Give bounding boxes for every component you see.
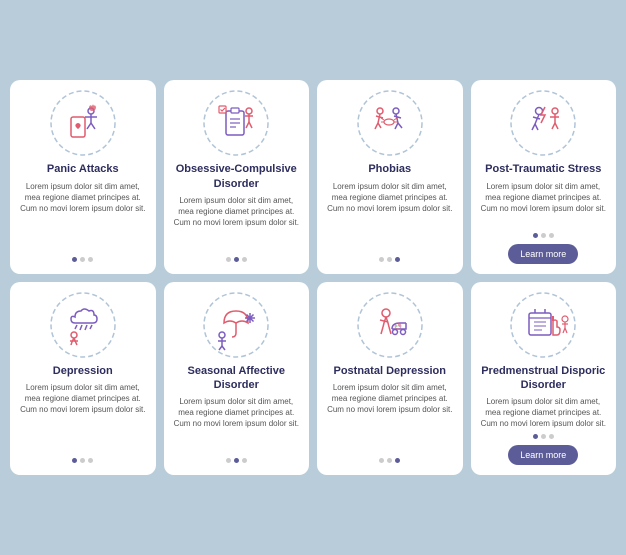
sad-icon bbox=[201, 290, 271, 360]
card-depression: Depression Lorem ipsum dolor sit dim ame… bbox=[10, 282, 156, 475]
cards-grid: Panic Attacks Lorem ipsum dolor sit dim … bbox=[10, 80, 616, 474]
dots-indicator bbox=[379, 458, 400, 463]
dots-indicator bbox=[226, 458, 247, 463]
dots-indicator bbox=[533, 434, 554, 439]
card-body: Lorem ipsum dolor sit dim amet, mea regi… bbox=[18, 181, 148, 215]
dots-indicator bbox=[72, 458, 93, 463]
dot-2 bbox=[387, 458, 392, 463]
learn-more-button-pmdd[interactable]: Learn more bbox=[508, 445, 578, 465]
card-sad: Seasonal Affective Disorder Lorem ipsum … bbox=[164, 282, 310, 475]
card-pts: Post-Traumatic Stress Lorem ipsum dolor … bbox=[471, 80, 617, 273]
ocd-icon bbox=[201, 88, 271, 158]
dot-3 bbox=[88, 458, 93, 463]
card-body: Lorem ipsum dolor sit dim amet, mea regi… bbox=[325, 181, 455, 215]
dot-2 bbox=[234, 257, 239, 262]
dot-3 bbox=[242, 458, 247, 463]
dot-3 bbox=[88, 257, 93, 262]
card-title: Postnatal Depression bbox=[334, 364, 446, 378]
dot-2 bbox=[234, 458, 239, 463]
card-title: Post-Traumatic Stress bbox=[485, 162, 601, 176]
dot-1 bbox=[533, 233, 538, 238]
dot-3 bbox=[395, 458, 400, 463]
card-body: Lorem ipsum dolor sit dim amet, mea regi… bbox=[325, 382, 455, 416]
dot-1 bbox=[379, 458, 384, 463]
dot-2 bbox=[387, 257, 392, 262]
dot-2 bbox=[541, 434, 546, 439]
card-body: Lorem ipsum dolor sit dim amet, mea regi… bbox=[172, 396, 302, 430]
card-title: Predmenstrual Disporic Disorder bbox=[479, 364, 609, 393]
dots-indicator bbox=[379, 257, 400, 262]
card-pmdd: Predmenstrual Disporic Disorder Lorem ip… bbox=[471, 282, 617, 475]
card-panic-attacks: Panic Attacks Lorem ipsum dolor sit dim … bbox=[10, 80, 156, 273]
card-body: Lorem ipsum dolor sit dim amet, mea regi… bbox=[479, 396, 609, 430]
card-ocd: Obsessive-Compulsive Disorder Lorem ipsu… bbox=[164, 80, 310, 273]
dot-2 bbox=[80, 257, 85, 262]
dot-2 bbox=[541, 233, 546, 238]
pmdd-icon bbox=[508, 290, 578, 360]
phobias-icon bbox=[355, 88, 425, 158]
dot-1 bbox=[379, 257, 384, 262]
learn-more-button-pts[interactable]: Learn more bbox=[508, 244, 578, 264]
card-title: Depression bbox=[53, 364, 113, 378]
card-body: Lorem ipsum dolor sit dim amet, mea regi… bbox=[18, 382, 148, 416]
card-postnatal: Postnatal Depression Lorem ipsum dolor s… bbox=[317, 282, 463, 475]
postnatal-icon bbox=[355, 290, 425, 360]
card-title: Seasonal Affective Disorder bbox=[172, 364, 302, 393]
dot-1 bbox=[533, 434, 538, 439]
dot-1 bbox=[226, 257, 231, 262]
panic-attacks-icon bbox=[48, 88, 118, 158]
card-body: Lorem ipsum dolor sit dim amet, mea regi… bbox=[479, 181, 609, 215]
pts-icon bbox=[508, 88, 578, 158]
dot-3 bbox=[395, 257, 400, 262]
dot-3 bbox=[549, 434, 554, 439]
card-phobias: Phobias Lorem ipsum dolor sit dim amet, … bbox=[317, 80, 463, 273]
dots-indicator bbox=[72, 257, 93, 262]
dots-indicator bbox=[533, 233, 554, 238]
card-title: Obsessive-Compulsive Disorder bbox=[172, 162, 302, 191]
card-title: Phobias bbox=[368, 162, 411, 176]
dot-1 bbox=[72, 458, 77, 463]
card-title: Panic Attacks bbox=[47, 162, 119, 176]
dots-indicator bbox=[226, 257, 247, 262]
card-body: Lorem ipsum dolor sit dim amet, mea regi… bbox=[172, 195, 302, 229]
dot-2 bbox=[80, 458, 85, 463]
depression-icon bbox=[48, 290, 118, 360]
dot-1 bbox=[226, 458, 231, 463]
dot-3 bbox=[242, 257, 247, 262]
dot-1 bbox=[72, 257, 77, 262]
dot-3 bbox=[549, 233, 554, 238]
